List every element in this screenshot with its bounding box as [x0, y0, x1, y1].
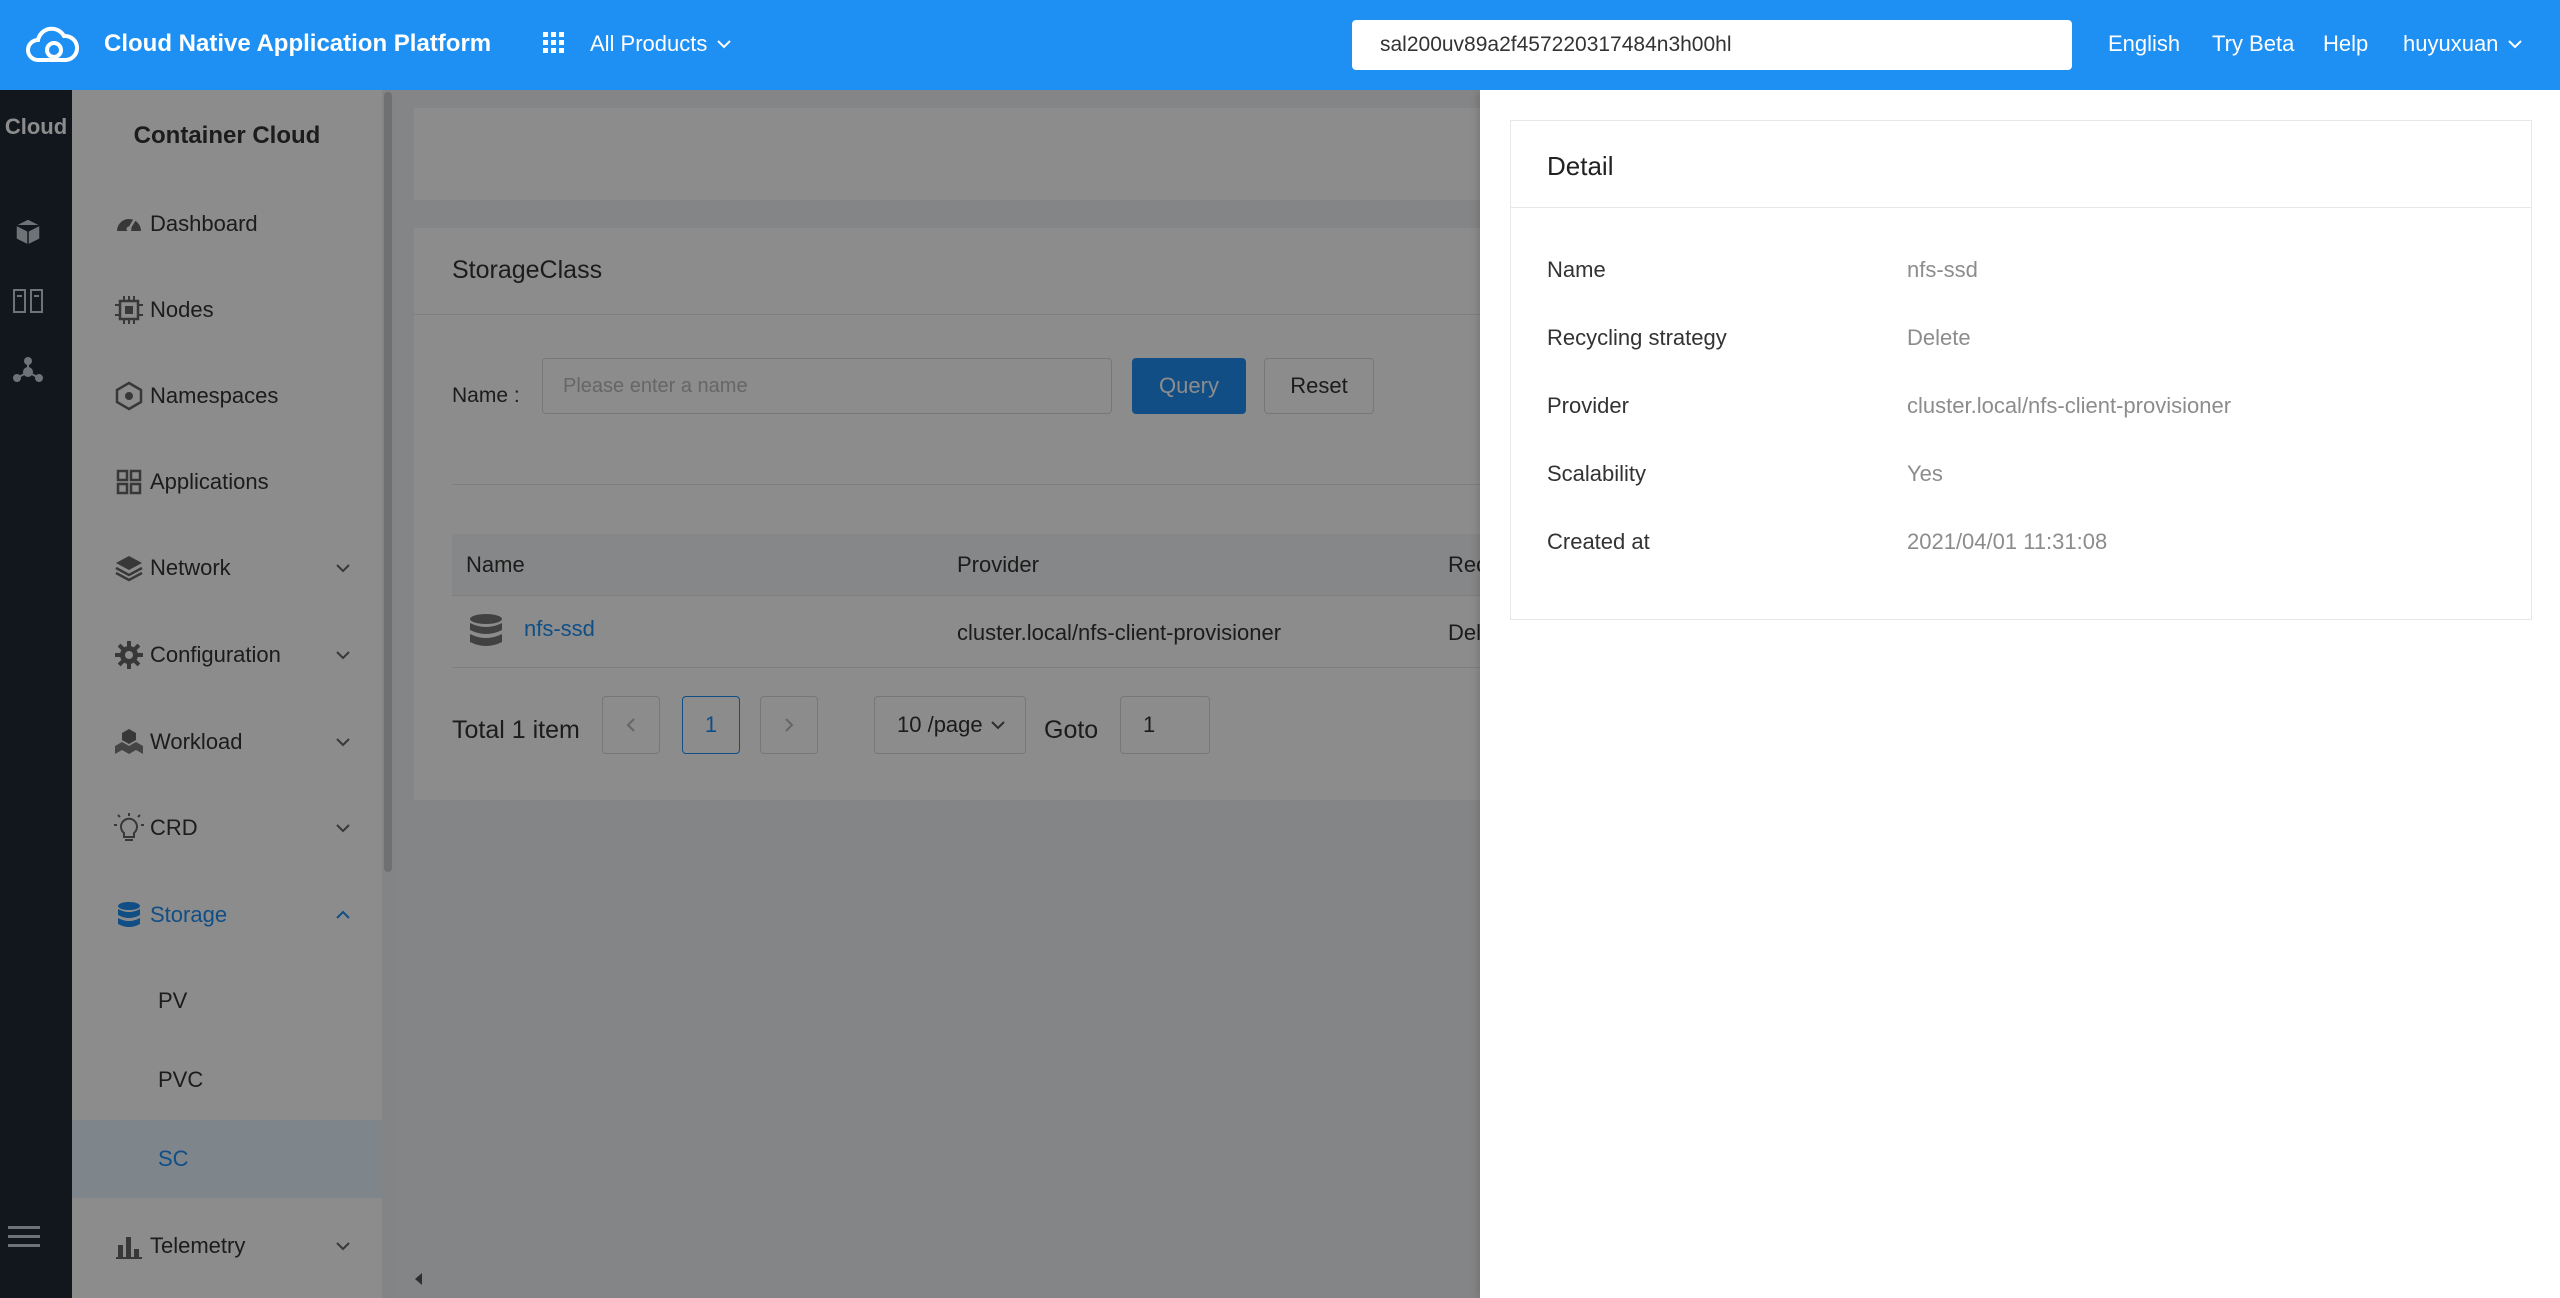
detail-value: 2021/04/01 11:31:08 — [1907, 529, 2108, 554]
detail-value: Yes — [1907, 461, 1943, 486]
search-input[interactable]: sal200uv89a2f457220317484n3h00hl — [1352, 20, 2072, 70]
try-beta-link[interactable]: Try Beta — [2212, 31, 2294, 57]
chevron-down-icon — [717, 39, 732, 49]
detail-row-provider: Provider cluster.local/nfs-client-provis… — [1547, 385, 2507, 425]
cloud-logo-icon[interactable] — [24, 20, 80, 70]
detail-card: Detail Name nfs-ssd Recycling strategy D… — [1510, 120, 2532, 620]
detail-key: Scalability — [1547, 461, 1647, 486]
divider — [1511, 207, 2531, 208]
detail-key: Name — [1547, 257, 1606, 282]
all-products-menu[interactable]: All Products — [590, 31, 732, 57]
drawer-mask[interactable] — [0, 90, 1480, 1298]
detail-row-recycling-strategy: Recycling strategy Delete — [1547, 317, 2507, 357]
top-bar: Cloud Native Application Platform All Pr… — [0, 0, 2560, 90]
chevron-down-icon — [2508, 39, 2523, 49]
detail-value: nfs-ssd — [1907, 257, 1978, 282]
detail-value: cluster.local/nfs-client-provisioner — [1907, 393, 2232, 418]
user-menu[interactable]: huyuxuan — [2403, 31, 2523, 57]
detail-title: Detail — [1547, 151, 1614, 181]
detail-row-name: Name nfs-ssd — [1547, 249, 2507, 289]
search-value: sal200uv89a2f457220317484n3h00hl — [1380, 33, 1732, 56]
detail-row-created-at: Created at 2021/04/01 11:31:08 — [1547, 521, 2507, 561]
app-title[interactable]: Cloud Native Application Platform — [104, 30, 491, 58]
username: huyuxuan — [2403, 31, 2499, 56]
detail-drawer: Detail Name nfs-ssd Recycling strategy D… — [1480, 90, 2560, 1298]
language-link[interactable]: English — [2108, 31, 2180, 57]
detail-row-scalability: Scalability Yes — [1547, 453, 2507, 493]
detail-key: Created at — [1547, 529, 1650, 554]
apps-grid-icon[interactable] — [543, 32, 565, 54]
all-products-label: All Products — [590, 31, 708, 56]
detail-key: Recycling strategy — [1547, 325, 1727, 350]
detail-key: Provider — [1547, 393, 1629, 418]
help-link[interactable]: Help — [2323, 31, 2368, 57]
detail-value: Delete — [1907, 325, 1971, 350]
